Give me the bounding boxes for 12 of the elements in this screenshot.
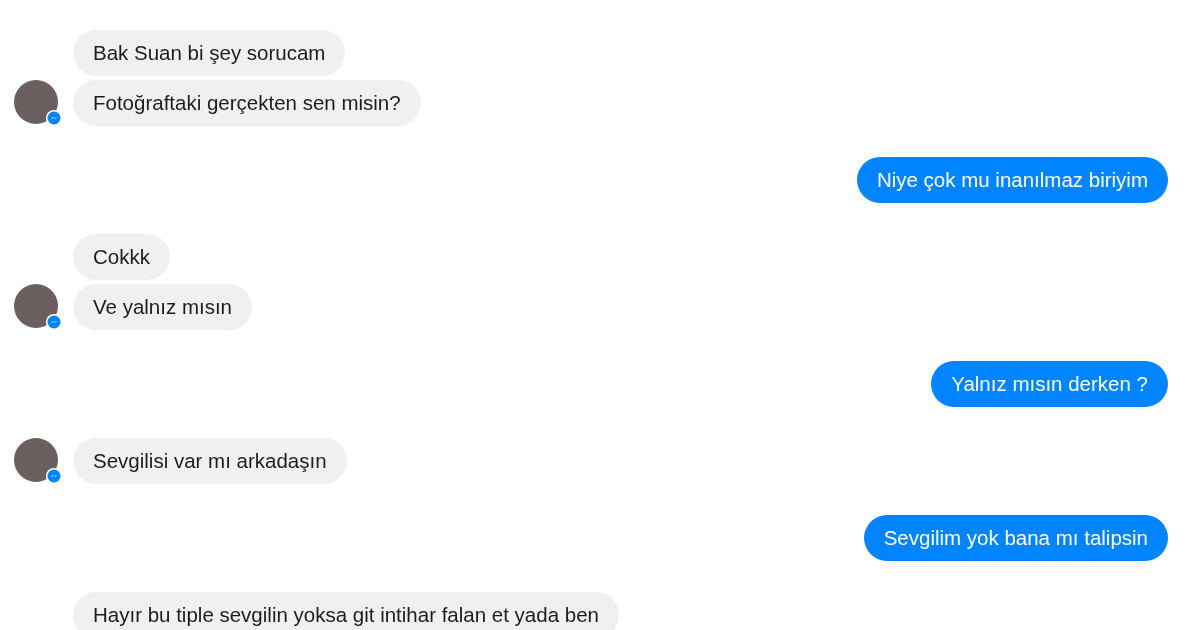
received-message: Hayır bu tiple sevgilin yoksa git intihar falan et yada ben <box>73 592 619 630</box>
messenger-badge-icon <box>46 110 62 126</box>
messenger-badge-icon <box>46 314 62 330</box>
received-message: Ve yalnız mısın <box>73 284 252 330</box>
received-message: Cokkk <box>73 234 170 280</box>
received-message: Sevgilisi var mı arkadaşın <box>73 438 347 484</box>
sent-message: Sevgilim yok bana mı talipsin <box>863 515 1168 561</box>
received-message: Bak Suan bi şey sorucam <box>73 30 346 76</box>
received-message: Fotoğraftaki gerçekten sen misin? <box>73 80 421 126</box>
sent-message: Niye çok mu inanılmaz biriyim <box>856 157 1168 203</box>
sent-message: Yalnız mısın derken ? <box>931 361 1168 407</box>
messenger-badge-icon <box>46 468 62 484</box>
